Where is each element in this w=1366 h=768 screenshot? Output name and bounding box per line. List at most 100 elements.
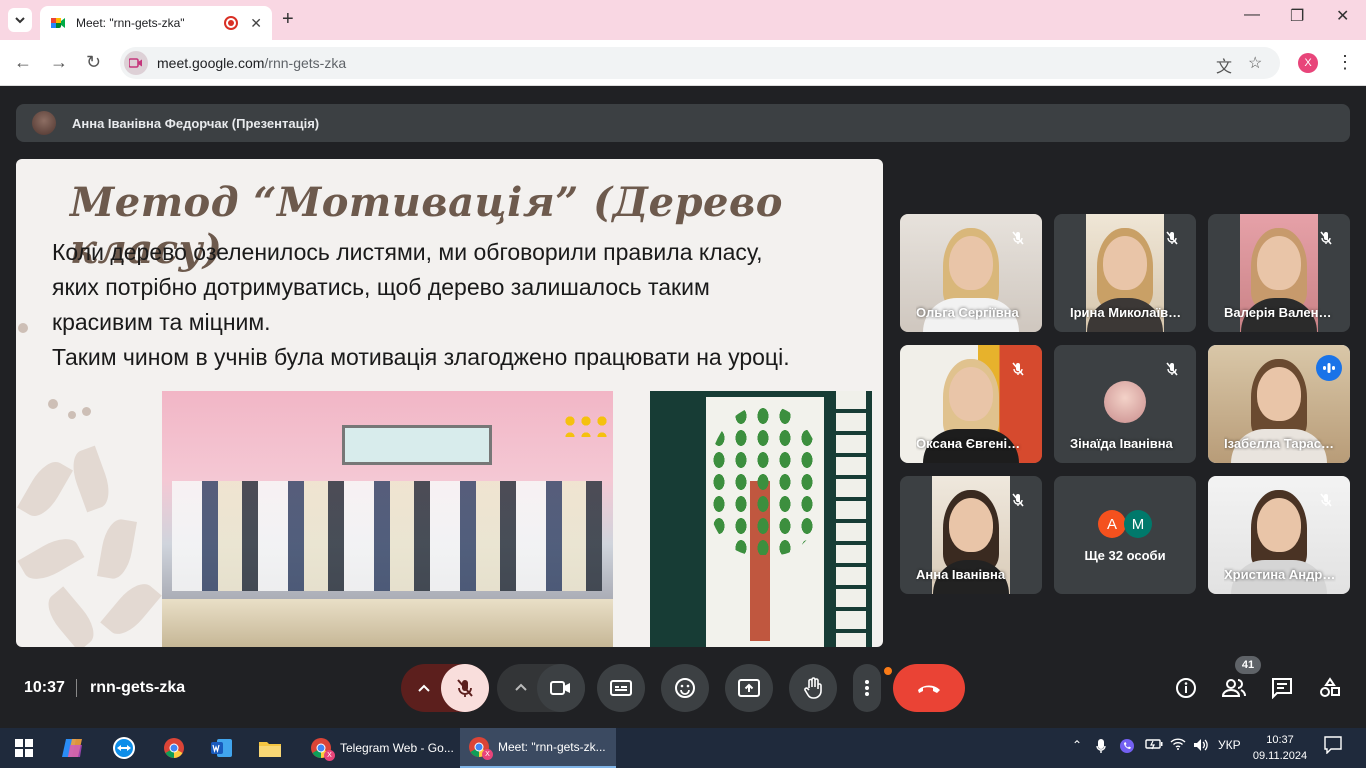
tab-search-button[interactable]: [8, 8, 32, 32]
tab-close-icon[interactable]: ✕: [250, 15, 262, 32]
reactions-button[interactable]: [661, 664, 709, 712]
wifi-icon[interactable]: [1170, 738, 1186, 753]
participant-tile-speaking[interactable]: Ізабелла Тарасівна: [1208, 345, 1350, 463]
chat-icon[interactable]: [1270, 676, 1294, 700]
slide-body: Коли дерево озеленилось листями, ми обго…: [52, 235, 882, 375]
meeting-time: 10:37: [24, 679, 65, 696]
profile-badge: X: [324, 750, 335, 761]
word-icon[interactable]: [208, 734, 236, 762]
alphabet-strip: [836, 391, 866, 647]
decor-leaf: [40, 586, 102, 647]
browser-toolbar: ← → ↻ meet.google.com/rnn-gets-zka 文 ☆ X…: [0, 40, 1366, 86]
meeting-info-icon[interactable]: [1174, 676, 1198, 700]
minimize-icon[interactable]: —: [1244, 6, 1260, 24]
presentation-slide: Метод “Мотивація” (Дерево класу) Коли де…: [16, 159, 883, 647]
teamviewer-icon[interactable]: [110, 734, 138, 762]
present-screen-icon: [738, 679, 760, 697]
video-options-chevron-icon[interactable]: [512, 678, 530, 696]
url-text[interactable]: meet.google.com/rnn-gets-zka: [157, 55, 346, 71]
present-screen-button[interactable]: [725, 664, 773, 712]
people-icon[interactable]: [1222, 676, 1246, 700]
camera-toggle-button[interactable]: [537, 664, 585, 712]
decor-dot: [18, 323, 28, 333]
taskbar-app-telegram[interactable]: X Telegram Web - Go...: [302, 728, 454, 768]
participant-name: Ізабелла Тарасівна: [1224, 436, 1336, 451]
emoji-icon: [675, 678, 695, 698]
volume-icon[interactable]: [1193, 738, 1209, 755]
hand-icon: [804, 677, 822, 699]
url-host: meet.google.com: [157, 55, 265, 71]
slide-line: яких потрібно дотримуватись, щоб дерево …: [52, 274, 710, 300]
meet-logo-icon: [51, 18, 65, 28]
decor-dot: [48, 399, 58, 409]
browser-menu-icon[interactable]: ⋮: [1336, 52, 1354, 73]
windows-start-icon[interactable]: [10, 734, 38, 762]
restore-icon[interactable]: ❐: [1290, 6, 1304, 26]
mic-off-icon: [1008, 228, 1028, 248]
participant-avatar: [1104, 381, 1146, 423]
notifications-icon[interactable]: [1324, 736, 1342, 757]
audio-options-chevron-icon[interactable]: [413, 677, 435, 699]
microphone-tray-icon[interactable]: [1096, 738, 1106, 757]
input-language[interactable]: УКР: [1218, 738, 1241, 752]
speaking-indicator-icon: [1316, 355, 1342, 381]
chrome-icon[interactable]: [160, 734, 188, 762]
file-explorer-icon[interactable]: [256, 734, 284, 762]
mic-off-icon: [1162, 359, 1182, 379]
decor-leaf: [17, 455, 73, 523]
participant-tile[interactable]: Оксана Євгенівна: [900, 345, 1042, 463]
slide-line: Таким чином в учнів була мотивація злаго…: [52, 344, 790, 370]
raise-hand-button[interactable]: [789, 664, 837, 712]
tray-overflow-icon[interactable]: ⌃: [1072, 738, 1082, 752]
meeting-code: rnn-gets-zka: [90, 679, 186, 696]
more-participants-label: Ще 32 особи: [1084, 548, 1166, 563]
copilot-icon[interactable]: [60, 734, 88, 762]
taskbar: X Telegram Web - Go... X Meet: "rnn-gets…: [0, 728, 1366, 768]
taskbar-app-label: Telegram Web - Go...: [340, 741, 454, 755]
leave-call-button[interactable]: [893, 664, 965, 712]
mic-off-icon: [1008, 359, 1028, 379]
more-options-button[interactable]: [853, 664, 881, 712]
recording-icon: [224, 16, 239, 30]
reload-icon[interactable]: ↻: [86, 52, 101, 73]
notification-dot: [882, 665, 894, 677]
participant-name: Ольга Сергіївна: [916, 305, 1019, 320]
back-icon[interactable]: ←: [14, 52, 32, 73]
participant-tile[interactable]: Анна Іванівна: [900, 476, 1042, 594]
profile-avatar[interactable]: X: [1298, 53, 1318, 73]
taskbar-app-label: Meet: "rnn-gets-zk...: [498, 740, 606, 754]
tab-title: Meet: "rnn-gets-zka": [76, 16, 185, 30]
forward-icon[interactable]: →: [50, 52, 68, 73]
new-tab-button[interactable]: +: [282, 8, 294, 31]
taskbar-app-meet[interactable]: X Meet: "rnn-gets-zk...: [460, 728, 616, 768]
activities-icon[interactable]: [1318, 676, 1342, 700]
battery-icon[interactable]: [1145, 738, 1163, 753]
decor-dot: [68, 411, 76, 419]
participant-name: Оксана Євгенівна: [916, 436, 1028, 451]
camera-indicator-icon[interactable]: [124, 51, 148, 75]
mic-toggle-button[interactable]: [441, 664, 489, 712]
video-face: [1257, 367, 1301, 421]
translate-icon[interactable]: 文: [1216, 53, 1232, 77]
mic-off-icon: [1162, 228, 1182, 248]
participant-tile[interactable]: Ольга Сергіївна: [900, 214, 1042, 332]
address-bar[interactable]: meet.google.com/rnn-gets-zka 文 ☆: [120, 47, 1280, 79]
taskbar-clock[interactable]: 10:37 09.11.2024: [1252, 732, 1308, 764]
participant-name: Зінаїда Іванівна: [1070, 436, 1173, 451]
captions-button[interactable]: [597, 664, 645, 712]
decor-leaf: [66, 445, 116, 513]
participant-tile[interactable]: Валерія Валентинівна: [1208, 214, 1350, 332]
profile-badge: X: [482, 749, 493, 760]
window-close-icon[interactable]: ✕: [1336, 6, 1349, 26]
class-tree-photo: [650, 391, 872, 647]
participant-tile[interactable]: Ірина Миколаївна: [1054, 214, 1196, 332]
more-participants-tile[interactable]: A M Ще 32 особи: [1054, 476, 1196, 594]
participant-tile[interactable]: Зінаїда Іванівна: [1054, 345, 1196, 463]
participant-tile[interactable]: Христина Андріївна: [1208, 476, 1350, 594]
mic-off-icon: [457, 679, 473, 697]
bookmark-star-icon[interactable]: ☆: [1248, 53, 1262, 73]
browser-tab-meet[interactable]: Meet: "rnn-gets-zka" ✕: [40, 6, 272, 40]
video-face: [1103, 236, 1147, 290]
viber-icon[interactable]: [1119, 738, 1135, 757]
slide-line: Коли дерево озеленилось листями, ми обго…: [52, 239, 763, 265]
